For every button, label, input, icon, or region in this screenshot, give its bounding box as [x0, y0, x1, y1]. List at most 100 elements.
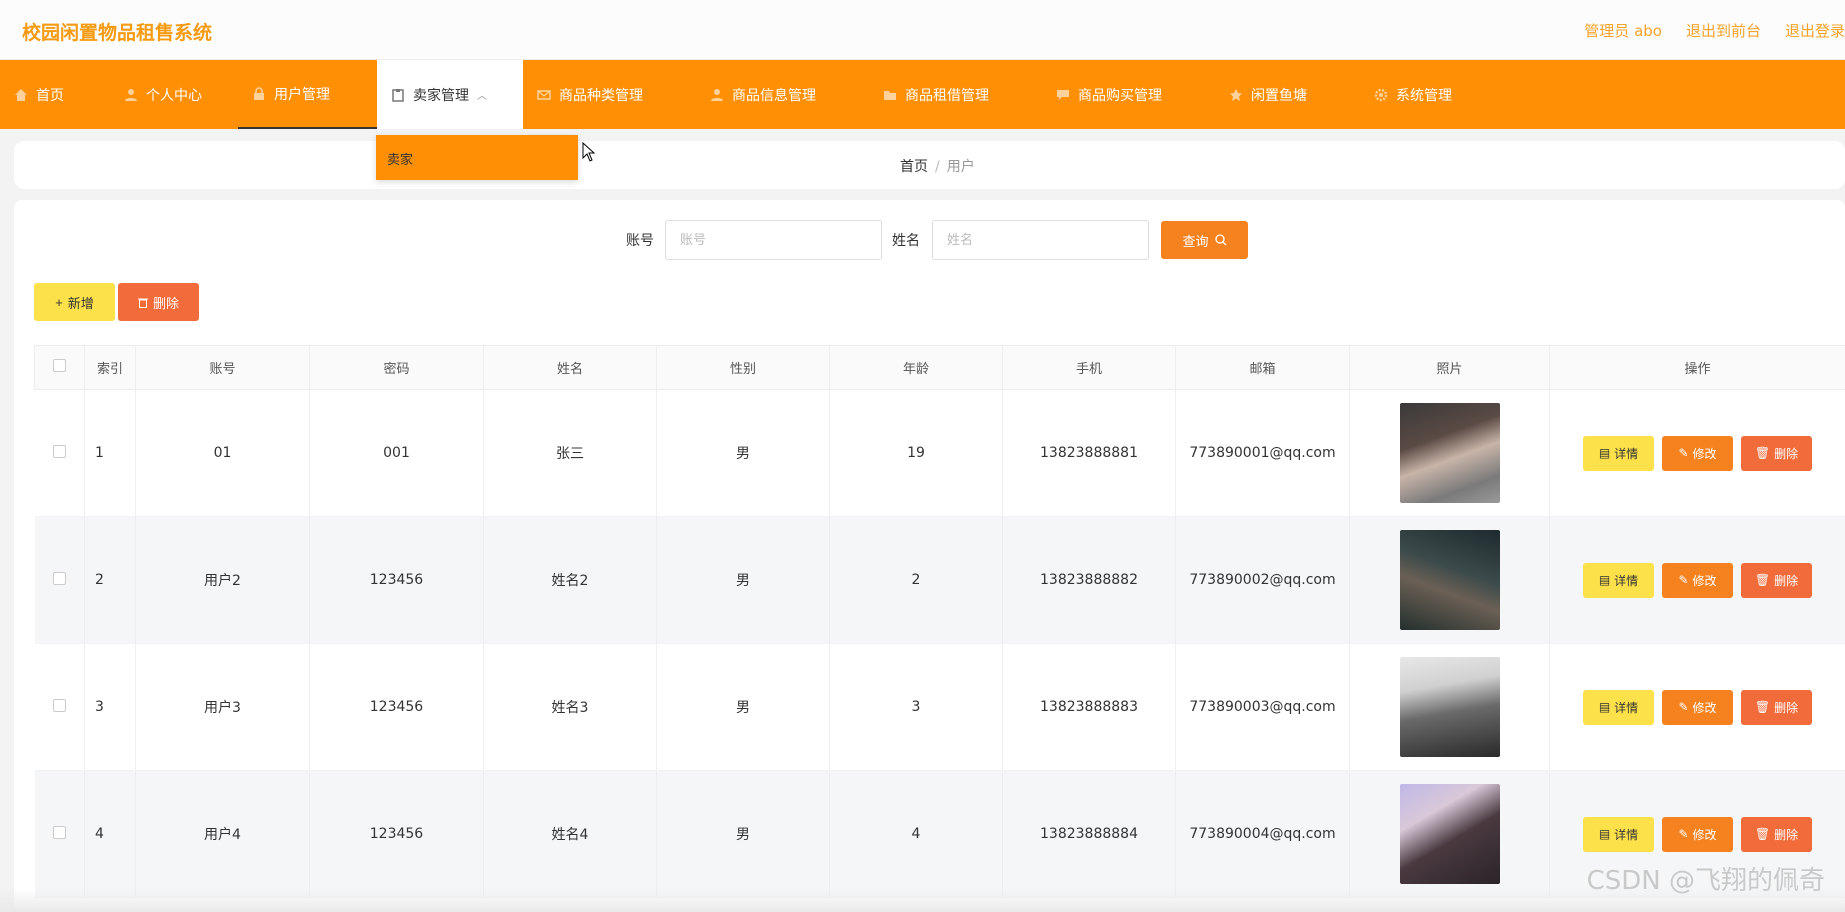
cell-account: 用户2	[135, 516, 310, 644]
col-age: 年龄	[829, 345, 1003, 390]
row-checkbox[interactable]	[52, 444, 66, 458]
detail-button[interactable]: ▤ 详情	[1583, 689, 1654, 725]
add-button-label: 新增	[67, 295, 94, 311]
nav-system-management-label: 系统管理	[1396, 87, 1452, 104]
delete-button[interactable]: 🗑 删除	[1741, 689, 1812, 725]
detail-button[interactable]: ▤ 详情	[1583, 562, 1654, 598]
pencil-icon: ✎	[1678, 446, 1689, 460]
detail-label: 详情	[1614, 700, 1639, 715]
search-icon	[1214, 234, 1226, 246]
cell-account: 01	[135, 389, 310, 517]
edit-label: 修改	[1692, 827, 1717, 842]
document-icon: ▤	[1598, 700, 1611, 714]
pencil-icon: ✎	[1678, 700, 1689, 714]
col-name: 姓名	[483, 345, 657, 390]
delete-button[interactable]: 🗑 删除	[1741, 435, 1812, 471]
user-photo	[1399, 784, 1500, 884]
user-icon	[711, 88, 723, 101]
row-checkbox[interactable]	[52, 825, 66, 839]
top-header: 校园闲置物品租售系统 管理员 abo 退出到前台 退出登录	[0, 0, 1845, 60]
edit-label: 修改	[1692, 573, 1717, 588]
cell-name: 姓名3	[483, 643, 657, 771]
nav-product-info-management[interactable]: 商品信息管理	[696, 60, 869, 129]
trash-icon: 🗑	[1754, 573, 1771, 587]
nav-home[interactable]: 首页	[0, 60, 110, 129]
detail-button[interactable]: ▤ 详情	[1583, 435, 1654, 471]
detail-button[interactable]: ▤ 详情	[1583, 816, 1654, 852]
pencil-icon: ✎	[1678, 573, 1689, 587]
nav-purchase-management[interactable]: 商品购买管理	[1042, 60, 1215, 129]
nav-personal-center[interactable]: 个人中心	[110, 60, 238, 129]
folder-icon	[884, 90, 896, 100]
cell-index: 1	[84, 389, 136, 517]
cell-account: 用户4	[135, 770, 310, 898]
table-header-row: 索引 账号 密码 姓名 性别 年龄 手机 邮箱 照片 操作	[34, 345, 1845, 390]
edit-button[interactable]: ✎ 修改	[1662, 562, 1733, 598]
edit-label: 修改	[1692, 700, 1717, 715]
admin-user-link[interactable]: 管理员 abo	[1584, 20, 1662, 41]
cell-gender: 男	[656, 770, 830, 898]
delete-label: 删除	[1774, 700, 1799, 715]
delete-button[interactable]: 🗑 删除	[1741, 816, 1812, 852]
breadcrumb: 首页 / 用户	[900, 156, 975, 176]
table-row: 2 用户2 123456 姓名2 男 2 13823888882 7738900…	[34, 516, 1845, 644]
trash-icon	[137, 298, 148, 308]
add-button[interactable]: + 新增	[34, 283, 115, 321]
search-form: 账号 姓名 查询	[0, 220, 1845, 260]
row-checkbox[interactable]	[52, 571, 66, 585]
star-icon	[1230, 88, 1242, 101]
name-label: 姓名	[892, 233, 920, 249]
nav-rental-management[interactable]: 商品租借管理	[869, 60, 1042, 129]
row-checkbox[interactable]	[52, 698, 66, 712]
select-all-checkbox[interactable]	[53, 359, 66, 372]
delete-button[interactable]: 🗑 删除	[1741, 562, 1812, 598]
cell-gender: 男	[656, 643, 830, 771]
cell-phone: 13823888882	[1002, 516, 1176, 644]
user-table: 索引 账号 密码 姓名 性别 年龄 手机 邮箱 照片 操作 1 01 001 张…	[34, 345, 1845, 898]
trash-icon: 🗑	[1754, 827, 1771, 841]
nav-seller-management-label: 卖家管理	[413, 87, 469, 104]
nav-system-management[interactable]: 系统管理	[1360, 60, 1500, 129]
detail-label: 详情	[1614, 446, 1639, 461]
bottom-fade	[0, 888, 1845, 912]
account-label: 账号	[626, 233, 654, 249]
delete-label: 删除	[1774, 446, 1799, 461]
exit-to-front-link[interactable]: 退出到前台	[1686, 20, 1761, 41]
cell-phone: 13823888883	[1002, 643, 1176, 771]
trash-icon: 🗑	[1754, 700, 1771, 714]
account-input[interactable]	[665, 220, 882, 260]
user-photo	[1399, 657, 1500, 757]
edit-button[interactable]: ✎ 修改	[1662, 689, 1733, 725]
logout-link[interactable]: 退出登录	[1785, 20, 1845, 41]
edit-button[interactable]: ✎ 修改	[1662, 816, 1733, 852]
cell-password: 123456	[309, 770, 484, 898]
nav-user-management[interactable]: 用户管理	[238, 60, 377, 129]
edit-label: 修改	[1692, 446, 1717, 461]
nav-user-management-label: 用户管理	[274, 86, 330, 103]
select-all-cell[interactable]	[34, 345, 85, 390]
col-password: 密码	[309, 345, 484, 390]
name-input[interactable]	[932, 220, 1149, 260]
chevron-up-icon: ︿	[477, 91, 487, 102]
document-icon: ▤	[1598, 446, 1611, 460]
cell-age: 19	[829, 389, 1003, 517]
col-phone: 手机	[1002, 345, 1176, 390]
nav-purchase-management-label: 商品购买管理	[1078, 87, 1162, 104]
cell-index: 4	[84, 770, 136, 898]
query-button[interactable]: 查询	[1161, 221, 1248, 259]
edit-button[interactable]: ✎ 修改	[1662, 435, 1733, 471]
lock-icon	[254, 86, 264, 100]
cell-age: 4	[829, 770, 1003, 898]
batch-delete-button[interactable]: 删除	[118, 283, 199, 321]
cell-name: 张三	[483, 389, 657, 517]
mail-icon	[537, 89, 551, 100]
user-photo	[1399, 403, 1500, 503]
main-nav: 首页 个人中心 用户管理 卖家管理 ︿ 商品种类管理 商品信息管理 商品租借管理…	[0, 60, 1845, 129]
breadcrumb-home[interactable]: 首页	[900, 159, 928, 175]
cell-email: 773890002@qq.com	[1175, 516, 1350, 644]
nav-seller-management[interactable]: 卖家管理 ︿	[377, 60, 523, 129]
nav-fish-pond[interactable]: 闲置鱼塘	[1215, 60, 1360, 129]
seller-submenu-item[interactable]: 卖家	[376, 135, 578, 180]
cell-age: 3	[829, 643, 1003, 771]
nav-category-management[interactable]: 商品种类管理	[523, 60, 696, 129]
